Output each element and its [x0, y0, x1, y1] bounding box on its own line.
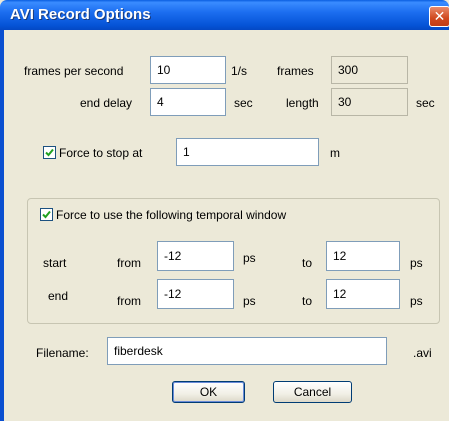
- dialog-window: AVI Record Options ✕ frames per second 1…: [0, 0, 449, 421]
- end-delay-label: end delay: [80, 96, 133, 110]
- end-delay-unit: sec: [234, 96, 253, 110]
- length-value: 30: [338, 95, 352, 109]
- start-label: start: [43, 256, 67, 270]
- force-stop-unit: m: [330, 146, 340, 160]
- end-to-label: to: [302, 294, 313, 308]
- filename-label: Filename:: [36, 346, 89, 360]
- window-left-edge: [0, 30, 4, 421]
- checkmark-icon: [45, 148, 54, 157]
- close-icon: ✕: [433, 8, 446, 24]
- length-unit: sec: [416, 96, 435, 110]
- filename-input[interactable]: [107, 337, 387, 365]
- cancel-button[interactable]: Cancel: [273, 381, 352, 403]
- end-from-label: from: [117, 294, 141, 308]
- frames-value: 300: [338, 63, 359, 77]
- start-to-label: to: [302, 256, 313, 270]
- temporal-window-label[interactable]: Force to use the following temporal wind…: [56, 208, 286, 222]
- force-stop-input[interactable]: [176, 138, 319, 166]
- length-label: length: [286, 96, 319, 110]
- start-to-unit: ps: [410, 256, 423, 270]
- start-from-unit: ps: [243, 251, 256, 265]
- checkmark-icon: [42, 210, 51, 219]
- ok-button[interactable]: OK: [172, 381, 245, 403]
- start-to-input[interactable]: [326, 241, 400, 271]
- start-from-label: from: [117, 256, 141, 270]
- close-button[interactable]: ✕: [429, 6, 449, 27]
- fps-input[interactable]: [150, 56, 226, 84]
- length-field: 30: [331, 88, 408, 116]
- frames-field: 300: [331, 56, 408, 84]
- frames-label: frames: [277, 64, 314, 78]
- force-stop-label[interactable]: Force to stop at: [59, 146, 142, 160]
- fps-unit: 1/s: [231, 64, 248, 78]
- window-title: AVI Record Options: [10, 6, 151, 23]
- end-to-input[interactable]: [326, 279, 400, 309]
- end-delay-input[interactable]: [150, 88, 226, 116]
- temporal-window-checkbox[interactable]: [40, 208, 53, 221]
- end-from-unit: ps: [243, 294, 256, 308]
- title-bar[interactable]: AVI Record Options ✕: [0, 0, 449, 30]
- end-from-input[interactable]: [157, 279, 234, 309]
- force-stop-checkbox[interactable]: [43, 146, 56, 159]
- end-label: end: [48, 289, 69, 303]
- start-from-input[interactable]: [157, 241, 234, 271]
- filename-extension: .avi: [413, 346, 432, 360]
- fps-label: frames per second: [24, 64, 124, 78]
- end-to-unit: ps: [410, 294, 423, 308]
